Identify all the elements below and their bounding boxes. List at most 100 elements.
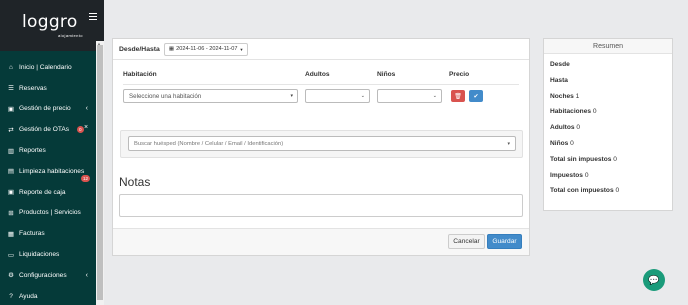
chevron-left-icon: ‹ — [85, 105, 88, 113]
close-icon: × — [84, 124, 89, 132]
summary-rows: Desde Hasta Noches 1 Habitaciones 0 Adul… — [544, 54, 672, 202]
sidebar-item-label: Reportes — [19, 147, 46, 155]
room-select[interactable]: Seleccione una habitación ▾ — [123, 89, 298, 103]
summary-row-ninos: Niños 0 — [550, 139, 672, 155]
sidebar-item-label: Gestión de OTAs — [19, 126, 70, 134]
column-price: Precio — [449, 71, 470, 78]
home-icon: ⌂ — [9, 63, 13, 71]
summary-row-impuestos: Impuestos 0 — [550, 171, 672, 187]
children-select[interactable]: ⌄ — [377, 89, 442, 103]
sidebar: loggro alojamiento ⌂ Inicio | Calendario… — [0, 0, 104, 305]
cart-icon: ⊞ — [8, 209, 14, 217]
summary-row-adultos: Adultos 0 — [550, 123, 672, 139]
room-row: Seleccione una habitación ▾ ⌄ ⌄ 🗑 ✔ — [123, 89, 519, 103]
summary-row-habitaciones: Habitaciones 0 — [550, 107, 672, 123]
column-children: Niños — [377, 71, 396, 78]
logo: loggro — [22, 12, 78, 32]
date-range-label: Desde/Hasta — [119, 45, 160, 53]
confirm-room-button[interactable]: ✔ — [469, 90, 483, 102]
sidebar-item-gestion-precio[interactable]: ▣ Gestión de precio ‹ — [0, 99, 96, 120]
summary-label: Impuestos — [550, 171, 583, 179]
summary-value: 0 — [576, 124, 581, 132]
sidebar-item-reportes[interactable]: ▥ Reportes — [0, 140, 96, 161]
sidebar-item-facturas[interactable]: ▦ Facturas — [0, 223, 96, 244]
settlement-icon: ▭ — [7, 251, 15, 259]
sidebar-item-reporte-caja[interactable]: ▣ Reporte de caja — [0, 182, 96, 203]
caret-down-icon: ▼ — [239, 46, 244, 52]
summary-panel: Resumen Desde Hasta Noches 1 Habitacione… — [543, 38, 673, 211]
notes-textarea[interactable] — [119, 194, 523, 217]
summary-row-total-con-impuestos: Total con impuestos 0 — [550, 186, 672, 202]
calendar-icon: ▦ — [168, 46, 175, 52]
booking-panel: Desde/Hasta ▦ 2024-11-06 - 2024-11-07 ▼ … — [112, 38, 530, 256]
room-columns-header: Habitación Adultos Niños Precio — [123, 71, 519, 85]
summary-value: 0 — [615, 187, 620, 195]
sidebar-item-reservas[interactable]: ☰ Reservas — [0, 78, 96, 99]
chat-bubble-icon: 💬 — [648, 274, 660, 285]
notes-title: Notas — [119, 175, 151, 189]
sidebar-item-gestion-otas[interactable]: ⇄ Gestión de OTAs 0 × — [0, 119, 96, 140]
sidebar-scroll-thumb[interactable] — [97, 45, 103, 300]
summary-row-hasta: Hasta — [550, 76, 672, 92]
summary-title: Resumen — [544, 39, 672, 54]
delete-room-button[interactable]: 🗑 — [451, 90, 465, 102]
guest-search-placeholder: Buscar huésped (Nombre / Celular / Email… — [134, 140, 284, 147]
trash-icon: 🗑 — [454, 93, 462, 100]
help-icon: ? — [9, 292, 13, 300]
summary-row-desde: Desde — [550, 60, 672, 76]
sidebar-item-label: Limpieza habitaciones — [19, 167, 85, 175]
chevron-down-icon: ⌄ — [432, 93, 437, 99]
date-range-picker[interactable]: ▦ 2024-11-06 - 2024-11-07 ▼ — [163, 42, 249, 56]
summary-row-total-sin-impuestos: Total sin impuestos 0 — [550, 155, 672, 171]
bar-chart-icon: ▥ — [7, 147, 15, 155]
menu-toggle-icon[interactable] — [89, 13, 97, 21]
sidebar-nav: ⌂ Inicio | Calendario ☰ Reservas ▣ Gesti… — [0, 57, 96, 305]
summary-value: 0 — [584, 171, 589, 179]
sidebar-item-configuraciones[interactable]: ⚙ Configuraciones ‹ — [0, 265, 96, 286]
sidebar-item-label: Configuraciones — [19, 271, 67, 279]
guest-search-section: Buscar huésped (Nombre / Celular / Email… — [120, 130, 523, 158]
caret-down-icon: ▾ — [290, 93, 293, 99]
sidebar-scrollbar[interactable]: ▲ — [96, 41, 104, 305]
sidebar-item-ayuda[interactable]: ? Ayuda — [0, 286, 96, 305]
guest-search-input[interactable]: Buscar huésped (Nombre / Celular / Email… — [128, 136, 516, 151]
sidebar-item-label: Reservas — [19, 84, 47, 92]
sidebar-item-label: Inicio | Calendario — [19, 63, 72, 71]
adults-select[interactable]: ⌄ — [305, 89, 370, 103]
date-range-header: Desde/Hasta ▦ 2024-11-06 - 2024-11-07 ▼ — [113, 39, 529, 60]
sidebar-item-label: Productos | Servicios — [19, 209, 81, 217]
cash-icon: ▣ — [7, 189, 15, 197]
sidebar-item-limpieza[interactable]: ▤ Limpieza habitaciones 12 — [0, 161, 96, 182]
panel-footer: Cancelar Guardar — [113, 228, 529, 255]
logo-area: loggro alojamiento — [0, 0, 104, 51]
chevron-left-icon: ‹ — [85, 271, 88, 279]
sidebar-item-label: Gestión de precio — [19, 105, 71, 113]
check-icon: ✔ — [473, 93, 479, 100]
ota-badge: 0 — [77, 126, 84, 134]
gear-icon: ⚙ — [8, 272, 14, 280]
date-range-value: 2024-11-06 - 2024-11-07 — [176, 46, 238, 52]
summary-label: Total sin impuestos — [550, 155, 612, 163]
summary-label: Habitaciones — [550, 108, 592, 116]
summary-label: Hasta — [550, 76, 568, 84]
summary-label: Noches — [550, 92, 574, 100]
broom-icon: ▤ — [7, 168, 15, 176]
summary-row-noches: Noches 1 — [550, 92, 672, 108]
sidebar-item-inicio[interactable]: ⌂ Inicio | Calendario — [0, 57, 96, 78]
sidebar-item-productos[interactable]: ⊞ Productos | Servicios — [0, 203, 96, 224]
logo-subtitle: alojamiento — [58, 33, 83, 38]
exchange-icon: ⇄ — [8, 126, 14, 134]
sidebar-item-label: Reporte de caja — [19, 188, 66, 196]
column-adults: Adultos — [305, 71, 330, 78]
save-button[interactable]: Guardar — [487, 234, 522, 249]
sidebar-item-liquidaciones[interactable]: ▭ Liquidaciones — [0, 244, 96, 265]
summary-value: 0 — [592, 108, 597, 116]
chat-button[interactable]: 💬 — [643, 269, 665, 291]
room-select-placeholder: Seleccione una habitación — [129, 92, 202, 100]
sidebar-item-label: Facturas — [19, 230, 45, 238]
summary-label: Niños — [550, 139, 569, 147]
cancel-button[interactable]: Cancelar — [448, 234, 485, 249]
price-tag-icon: ▣ — [7, 105, 15, 113]
invoice-icon: ▦ — [7, 230, 15, 238]
summary-value: 0 — [613, 155, 617, 163]
